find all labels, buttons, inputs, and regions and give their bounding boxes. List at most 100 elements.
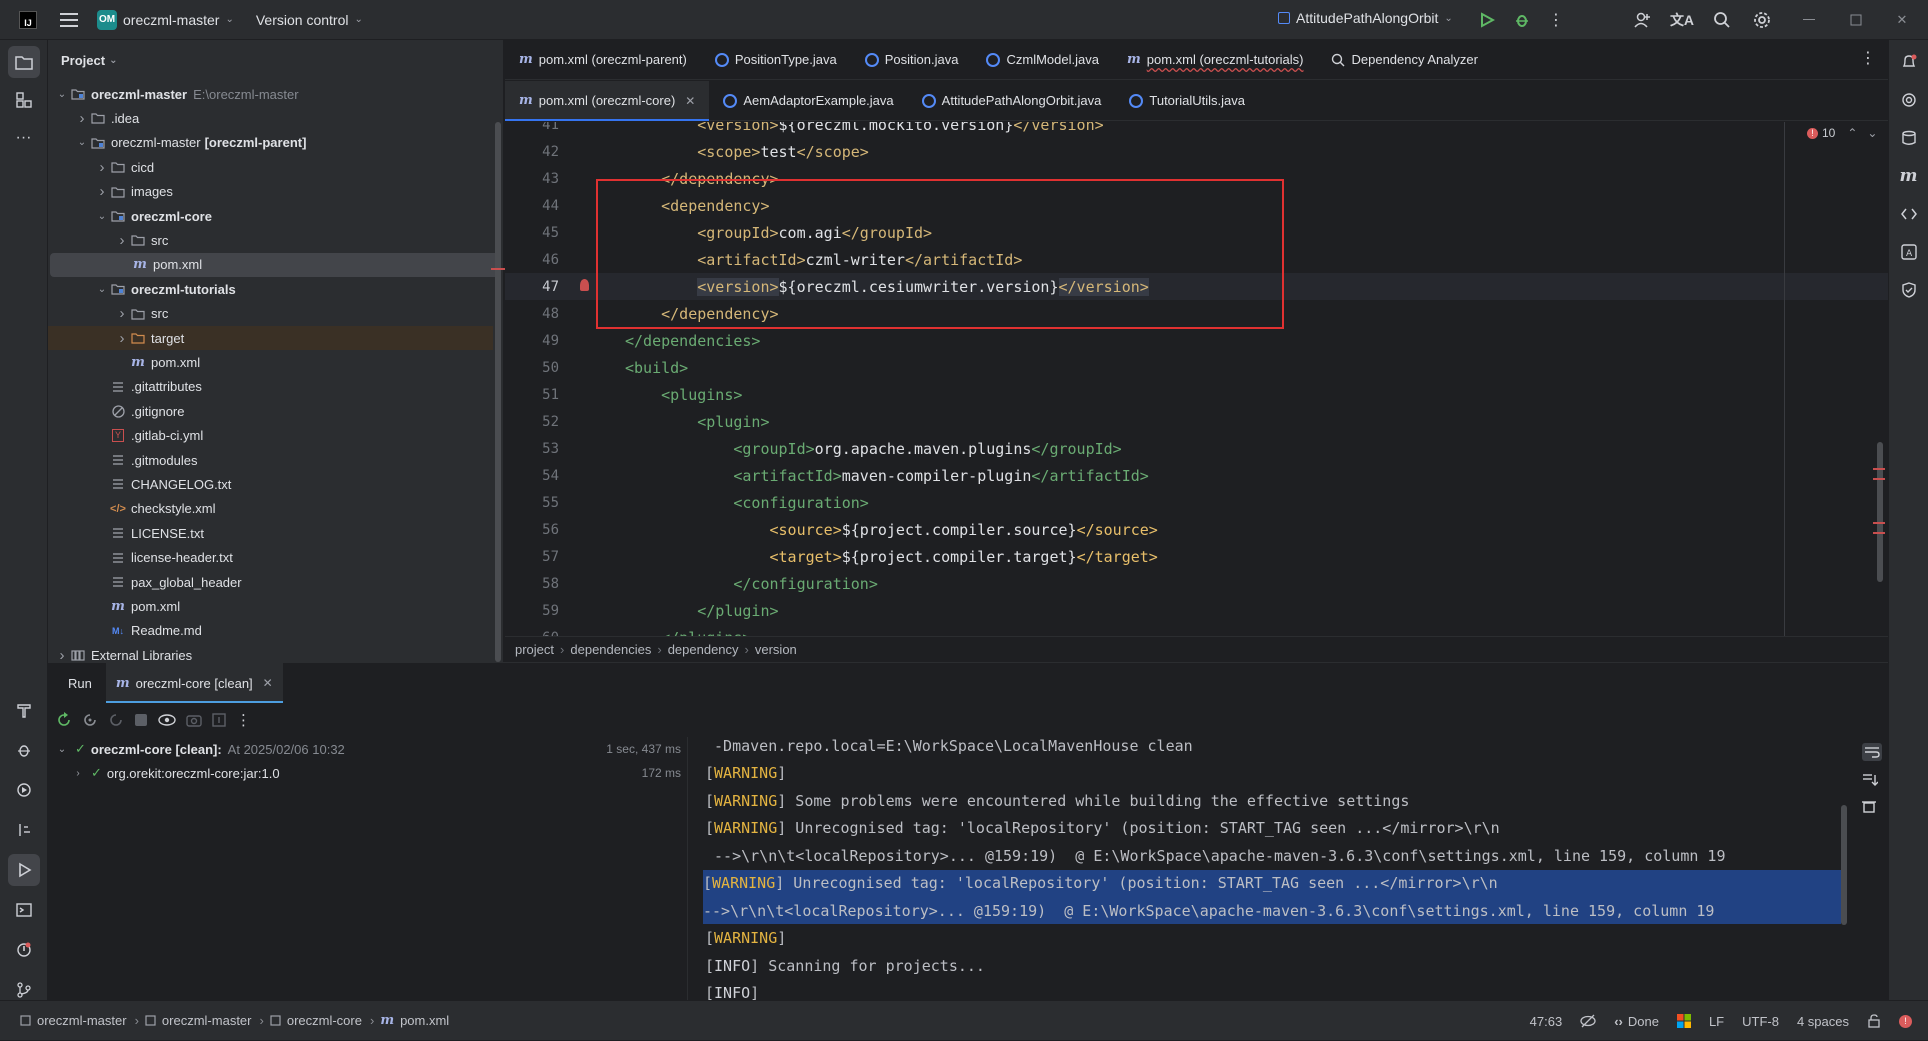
services-tool-icon[interactable] — [8, 774, 40, 806]
chevron-right-icon[interactable]: › — [114, 305, 130, 322]
tree-item[interactable]: pax_global_header — [48, 570, 493, 594]
tree-item[interactable]: m pom.xml — [48, 594, 493, 618]
tree-item[interactable]: ⌄ oreczml-core — [48, 204, 493, 228]
editor-tab[interactable]: CzmlModel.java — [972, 40, 1112, 80]
debug-tool-icon[interactable] — [8, 734, 40, 766]
editor-tab[interactable]: m pom.xml (oreczml-parent) — [505, 40, 701, 80]
chevron-down-icon[interactable]: ⌄ — [74, 137, 90, 148]
close-window-icon[interactable]: ✕ — [1888, 6, 1916, 34]
breadcrumb-item[interactable]: version — [755, 642, 797, 657]
add-user-icon[interactable] — [1628, 6, 1656, 34]
tree-item[interactable]: ⌄ oreczml-master [oreczml-parent] — [48, 131, 493, 155]
status-breadcrumb-item[interactable]: › m pom.xml — [370, 1013, 449, 1028]
tree-item[interactable]: m pom.xml — [48, 350, 493, 374]
chevron-right-icon[interactable]: › — [114, 330, 130, 347]
tree-item[interactable]: ⌄ oreczml-master E:\oreczml-master — [48, 82, 493, 106]
endpoints-icon[interactable] — [1893, 198, 1925, 230]
error-stripe-mark[interactable] — [1873, 522, 1885, 524]
tree-item[interactable]: › images — [48, 180, 493, 204]
chevron-right-icon[interactable]: › — [94, 183, 110, 200]
tree-item[interactable]: Y .gitlab-ci.yml — [48, 424, 493, 448]
indent-setting[interactable]: 4 spaces — [1797, 1014, 1849, 1029]
stop-icon[interactable] — [134, 713, 148, 727]
error-stripe-mark[interactable] — [1873, 468, 1885, 470]
editor-tab[interactable]: PositionType.java — [701, 40, 851, 80]
tree-item[interactable]: .gitmodules — [48, 448, 493, 472]
editor-tab[interactable]: TutorialUtils.java — [1115, 81, 1259, 121]
run-tree-row[interactable]: › ✓ org.orekit:oreczml-core:jar:1.0 172 ms — [48, 761, 687, 785]
tree-item[interactable]: CHANGELOG.txt — [48, 472, 493, 496]
chevron-right-icon[interactable]: › — [70, 768, 86, 779]
notifications-bell-icon[interactable] — [1893, 46, 1925, 78]
tree-item[interactable]: license-header.txt — [48, 546, 493, 570]
tree-item[interactable]: › src — [48, 302, 493, 326]
chevron-right-icon[interactable]: › — [94, 159, 110, 176]
soft-wrap-icon[interactable] — [1862, 743, 1882, 761]
restore-icon[interactable] — [1842, 6, 1870, 34]
editor-tab[interactable]: AttitudePathAlongOrbit.java — [908, 81, 1116, 121]
editor-tab[interactable]: m pom.xml (oreczml-tutorials) — [1113, 40, 1318, 80]
tree-item[interactable]: </> checkstyle.xml — [48, 497, 493, 521]
tree-item[interactable]: › .idea — [48, 106, 493, 130]
editor-tab[interactable]: Dependency Analyzer — [1317, 40, 1491, 80]
git-log-tool-icon[interactable] — [8, 814, 40, 846]
project-switcher[interactable]: OM oreczml-master ⌄ — [97, 9, 234, 30]
editor-scrollbar[interactable] — [1877, 442, 1883, 582]
project-tool-icon[interactable] — [7, 46, 40, 78]
console-scrollbar[interactable] — [1841, 805, 1847, 925]
editor-tab[interactable]: Position.java — [851, 40, 973, 80]
chevron-down-icon[interactable]: ⌄ — [94, 211, 110, 222]
tree-item[interactable]: .gitignore — [48, 399, 493, 423]
status-breadcrumb-item[interactable]: oreczml-master — [20, 1013, 127, 1028]
debug-icon[interactable] — [1508, 6, 1536, 34]
build-tool-icon[interactable] — [8, 694, 40, 726]
translate-icon[interactable]: 文A — [1668, 6, 1696, 34]
security-shield-icon[interactable] — [1893, 274, 1925, 306]
more-actions-icon[interactable]: ⋮ — [1542, 6, 1570, 34]
run-tree-row[interactable]: ⌄ ✓ oreczml-core [clean]: At 2025/02/06 10:… — [48, 737, 687, 761]
more-tools-icon[interactable]: ··· — [8, 122, 40, 154]
bulb-warning-icon[interactable] — [580, 279, 589, 291]
error-stripe-mark[interactable] — [1873, 532, 1885, 534]
chevron-right-icon[interactable]: › — [114, 232, 130, 249]
inspection-off-icon[interactable] — [1580, 1014, 1596, 1028]
tree-item[interactable]: M↓ Readme.md — [48, 619, 493, 643]
export-icon[interactable] — [212, 713, 226, 727]
chevron-right-icon[interactable]: › — [74, 110, 90, 127]
breadcrumb-item[interactable]: dependency — [668, 642, 739, 657]
caret-position[interactable]: 47:63 — [1530, 1014, 1563, 1029]
windows-logo-icon[interactable] — [1676, 1014, 1691, 1028]
tab-overflow-icon[interactable]: ⋮ — [1860, 48, 1876, 68]
structure-tool-icon[interactable] — [8, 84, 40, 116]
database-icon[interactable] — [1893, 122, 1925, 154]
status-breadcrumb-item[interactable]: › oreczml-core — [260, 1013, 362, 1028]
status-breadcrumb-item[interactable]: › oreczml-master — [135, 1013, 252, 1028]
editor-tab[interactable]: m pom.xml (oreczml-core) ✕ — [505, 80, 710, 121]
error-indicator[interactable]: ! 10 ⌃ ⌄ — [1807, 126, 1877, 140]
translation-panel-icon[interactable]: A — [1893, 236, 1925, 268]
ai-status[interactable]: ‹› Done — [1614, 1014, 1659, 1029]
tree-item[interactable]: › cicd — [48, 155, 493, 179]
project-panel-header[interactable]: Project ⌄ — [48, 40, 503, 80]
close-icon[interactable]: ✕ — [685, 94, 695, 108]
read-only-lock-icon[interactable] — [1867, 1014, 1881, 1028]
editor-tab[interactable]: AemAdaptorExample.java — [709, 81, 907, 121]
tree-item[interactable]: .gitattributes — [48, 375, 493, 399]
scroll-to-end-icon[interactable] — [1862, 773, 1882, 787]
file-encoding[interactable]: UTF-8 — [1742, 1014, 1779, 1029]
screenshot-icon[interactable] — [186, 713, 202, 727]
main-menu-icon[interactable] — [55, 6, 83, 34]
tree-item[interactable]: › src — [48, 228, 493, 252]
chevron-down-icon[interactable]: ⌄ — [94, 284, 110, 295]
more-options-icon[interactable]: ⋮ — [236, 711, 251, 729]
maven-icon[interactable]: m — [1893, 160, 1925, 192]
run-tab-title[interactable]: Run — [58, 663, 102, 703]
run-tool-icon[interactable] — [8, 854, 40, 886]
project-scrollbar[interactable] — [495, 122, 501, 662]
run-icon[interactable] — [1473, 6, 1501, 34]
run-config-selector[interactable]: AttitudePathAlongOrbit ⌄ — [1278, 10, 1453, 26]
ai-assistant-icon[interactable] — [1893, 84, 1925, 116]
intellij-logo-icon[interactable]: IJ — [19, 10, 37, 29]
minimize-icon[interactable] — [1795, 6, 1823, 34]
tree-item[interactable]: ⌄ oreczml-tutorials — [48, 277, 493, 301]
